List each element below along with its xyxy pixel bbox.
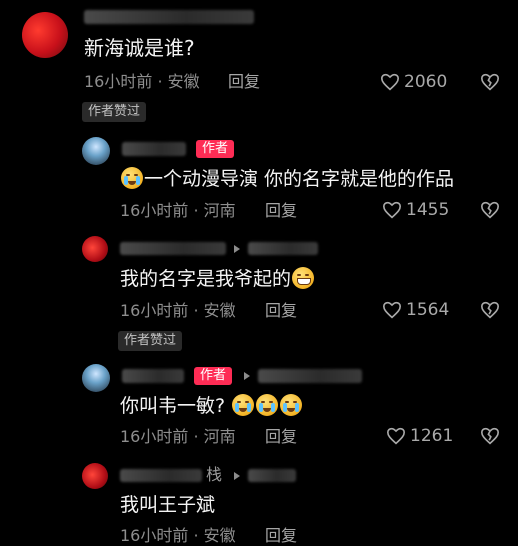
reply-target-blurred[interactable] [248,469,296,482]
reply-target-blurred[interactable] [248,242,318,255]
username-blurred[interactable] [120,469,202,482]
broken-heart-icon[interactable] [480,73,500,91]
comment-time-location: 16小时前 · 河南 [120,201,236,220]
heart-outline-icon [380,73,400,91]
crying-emoji-icon [121,167,143,189]
triangle-right-icon [244,372,250,380]
like-count: 2060 [404,72,448,92]
grinning-sweat-emoji-icon [292,267,315,289]
like-count: 1261 [410,426,454,446]
comment-text: 我叫王子斌 [120,494,216,516]
like-button[interactable]: 2060 [380,72,447,92]
like-button[interactable]: 1564 [382,300,449,320]
avatar[interactable] [82,236,108,262]
broken-heart-icon[interactable] [480,201,500,219]
comment-text: 我的名字是我爷起的 [120,267,315,291]
reply-button[interactable]: 回复 [265,301,297,321]
crying-emoji-icon [232,394,255,416]
comment-text: 你叫韦一敏? [120,394,303,418]
comment-time-location: 16小时前 · 安徽 [120,526,236,545]
comment-time-location: 16小时前 · 安徽 [120,301,236,320]
liked-by-author-badge: 作者赞过 [82,102,147,122]
broken-heart-icon[interactable] [480,301,500,319]
comment-time-location: 16小时前 · 安徽 [84,72,200,91]
reply-button[interactable]: 回复 [265,427,297,447]
reply-button[interactable]: 回复 [228,72,260,92]
reply-button[interactable]: 回复 [265,201,297,221]
heart-outline-icon [382,301,402,319]
like-button[interactable]: 1455 [382,200,449,220]
like-count: 1455 [406,200,450,220]
username-blurred[interactable] [120,242,226,255]
heart-outline-icon [382,201,402,219]
username-blurred[interactable] [122,142,186,156]
avatar[interactable] [82,463,108,489]
username-blurred[interactable] [84,10,254,24]
liked-by-author-badge: 作者赞过 [118,331,183,351]
comment-text: 一个动漫导演 你的名字就是他的作品 [120,167,454,191]
author-badge: 作者 [194,367,233,385]
username-blurred[interactable] [122,369,184,383]
comment-time-location: 16小时前 · 河南 [120,427,236,446]
reply-button[interactable]: 回复 [265,526,297,546]
crying-emoji-icon [256,394,279,416]
author-badge: 作者 [196,140,235,158]
triangle-right-icon [234,472,240,480]
reply-target-blurred[interactable] [258,369,362,383]
broken-heart-icon[interactable] [480,427,500,445]
comment-text: 新海诚是谁? [84,36,195,60]
like-count: 1564 [406,300,450,320]
like-button[interactable]: 1261 [386,426,453,446]
heart-outline-icon [386,427,406,445]
avatar[interactable] [82,364,110,392]
avatar[interactable] [22,12,68,58]
avatar[interactable] [82,137,110,165]
crying-emoji-icon [280,394,303,416]
username-fragment: 栈 [206,465,223,484]
triangle-right-icon [234,245,240,253]
